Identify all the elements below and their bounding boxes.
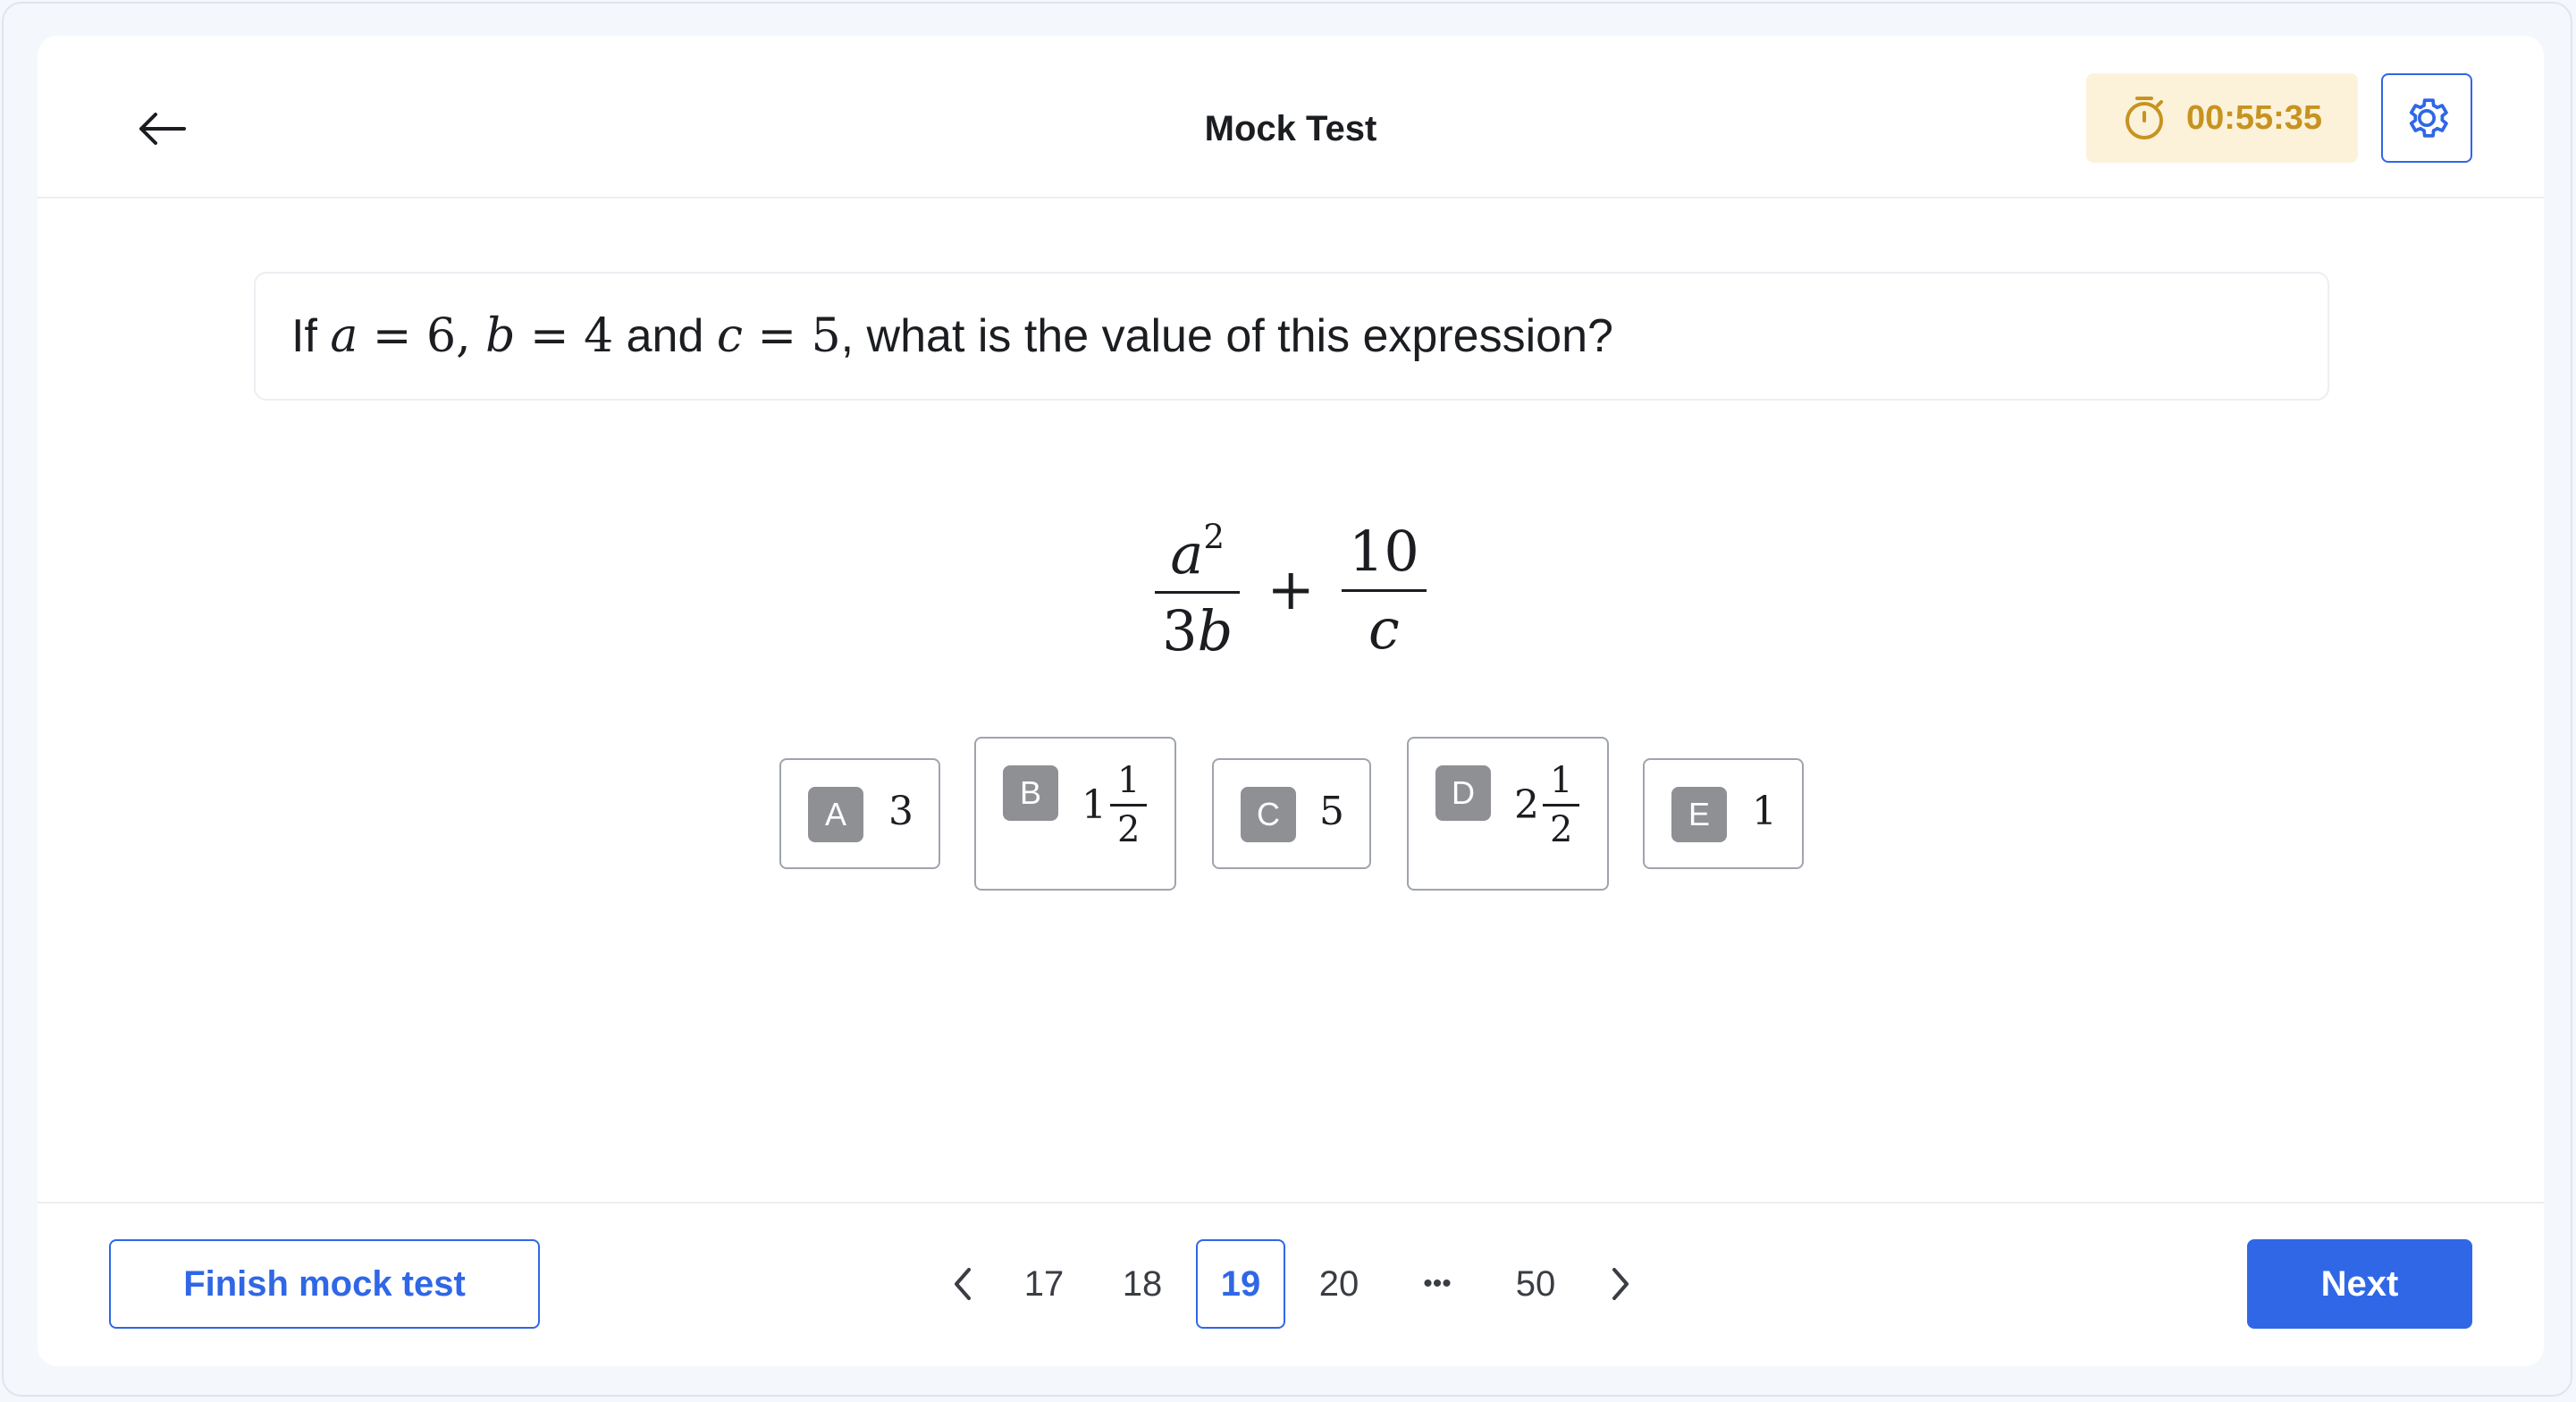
fraction-10-over-c: 10 c: [1341, 519, 1427, 662]
expr-exponent: 2: [1203, 516, 1225, 556]
fraction-numerator: 1: [1550, 760, 1573, 801]
mixed-fraction: 1 2: [1110, 760, 1148, 850]
page-ellipsis: •••: [1423, 1269, 1452, 1298]
timer-value: 00:55:35: [2185, 98, 2323, 137]
option-e[interactable]: E 1: [1643, 758, 1804, 869]
fraction-bar: [1155, 590, 1241, 594]
footer-bar: Finish mock test 17 18 19 20 ••• 50 Next: [38, 1202, 2544, 1366]
option-letter: B: [1003, 765, 1058, 821]
expr-var-c: c: [1368, 595, 1400, 662]
fraction-bar: [1341, 588, 1427, 592]
back-button[interactable]: [123, 93, 200, 165]
fraction-bar: [1543, 804, 1580, 807]
mixed-fraction: 1 2: [1543, 760, 1580, 850]
page-19-current[interactable]: 19: [1196, 1239, 1285, 1329]
fraction-bar: [1110, 804, 1148, 807]
timer-badge: 00:55:35: [2086, 73, 2358, 163]
finish-mock-test-button[interactable]: Finish mock test: [109, 1239, 540, 1329]
option-b[interactable]: B 1 1 2: [974, 737, 1176, 891]
page-50[interactable]: 50: [1491, 1239, 1580, 1329]
question-suffix: , what is the value of this expression?: [840, 310, 1613, 362]
fraction-numerator: 1: [1117, 760, 1141, 801]
fraction-denominator: 2: [1117, 809, 1141, 850]
option-letter: C: [1241, 787, 1296, 842]
var-c: c: [716, 309, 743, 363]
option-value: 3: [888, 789, 913, 834]
var-b: b: [485, 309, 516, 363]
expr-num-10: 10: [1348, 519, 1419, 585]
settings-button[interactable]: [2381, 73, 2472, 163]
fraction-a2-over-3b: a2 3b: [1155, 516, 1241, 663]
eq-c: = 5: [742, 309, 841, 363]
eq-a: = 6,: [358, 309, 486, 363]
question-mid: and: [613, 310, 717, 362]
page-17[interactable]: 17: [999, 1239, 1089, 1329]
test-card: Mock Test 00:55:35 If a = 6, b = 4 and c…: [38, 36, 2544, 1366]
question-prefix: If: [291, 310, 331, 362]
option-d[interactable]: D 2 1 2: [1407, 737, 1609, 891]
expr-coef: 3: [1162, 597, 1198, 663]
header-bar: Mock Test 00:55:35: [38, 36, 2544, 198]
var-a: a: [330, 309, 358, 363]
stopwatch-icon: [2125, 97, 2163, 139]
mixed-whole: 2: [1514, 782, 1539, 828]
math-expression: a2 3b + 10 c: [38, 501, 2544, 680]
chevron-right-icon: [1612, 1268, 1629, 1300]
mixed-whole: 1: [1082, 782, 1107, 828]
option-value: 1: [1752, 789, 1777, 834]
page-18[interactable]: 18: [1098, 1239, 1187, 1329]
plus-sign: +: [1267, 557, 1315, 623]
option-value: 1 1 2: [1082, 760, 1148, 850]
option-letter: A: [808, 787, 863, 842]
gear-icon: [2409, 98, 2448, 138]
option-value: 2 1 2: [1514, 760, 1580, 850]
next-button[interactable]: Next: [2247, 1239, 2472, 1329]
prev-page-button[interactable]: [931, 1239, 994, 1329]
chevron-left-icon: [955, 1268, 971, 1300]
option-c[interactable]: C 5: [1212, 758, 1371, 869]
option-letter: D: [1435, 765, 1491, 821]
page-20[interactable]: 20: [1294, 1239, 1384, 1329]
expr-var-b: b: [1197, 597, 1233, 663]
option-a[interactable]: A 3: [779, 758, 940, 869]
option-letter: E: [1671, 787, 1727, 842]
fraction-denominator: 2: [1550, 809, 1573, 850]
question-text: If a = 6, b = 4 and c = 5 , what is the …: [254, 272, 2329, 401]
next-page-arrow[interactable]: [1589, 1239, 1652, 1329]
option-value: 5: [1319, 789, 1344, 834]
eq-b: = 4: [515, 309, 614, 363]
expr-var-a: a: [1170, 520, 1204, 587]
arrow-left-icon: [139, 113, 186, 145]
app-window: Mock Test 00:55:35 If a = 6, b = 4 and c…: [2, 2, 2572, 1397]
